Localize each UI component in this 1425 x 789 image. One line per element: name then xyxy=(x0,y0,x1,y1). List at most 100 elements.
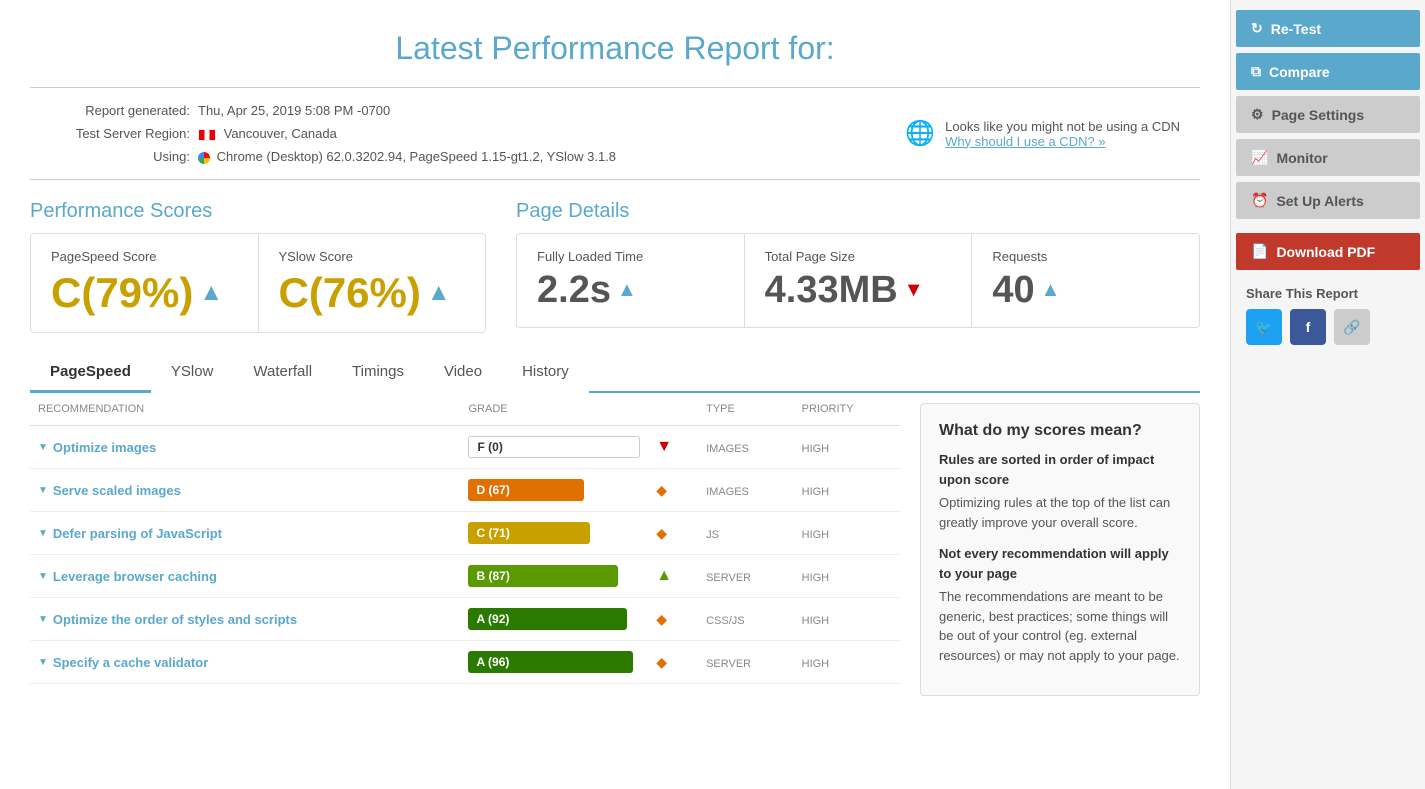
table-row: ▼Serve scaled images D (67) ◆ IMAGES HIGH xyxy=(30,469,900,512)
tab-timings[interactable]: Timings xyxy=(332,353,424,393)
setup-alerts-button[interactable]: ⏰ Set Up Alerts xyxy=(1236,182,1420,219)
grade-icon-cell: ▼ xyxy=(648,426,698,469)
rec-name[interactable]: ▼Specify a cache validator xyxy=(38,655,452,670)
grade-bar: C (71) xyxy=(468,522,590,544)
performance-scores-block: Performance Scores PageSpeed Score C(79%… xyxy=(30,200,486,333)
table-row: ▼Optimize the order of styles and script… xyxy=(30,598,900,641)
tab-history[interactable]: History xyxy=(502,353,589,393)
table-row: ▼Leverage browser cachingB (87)▲SERVERHI… xyxy=(30,555,900,598)
type-cell: CSS/JS xyxy=(698,598,794,641)
col-priority: PRIORITY xyxy=(794,393,900,426)
tab-video[interactable]: Video xyxy=(424,353,502,393)
loaded-time-card: Fully Loaded Time 2.2s ▲ xyxy=(517,234,744,327)
grade-icon-cell: ◆ xyxy=(648,641,698,684)
col-grade: GRADE xyxy=(460,393,648,426)
requests-label: Requests xyxy=(992,249,1179,264)
tab-pagespeed[interactable]: PageSpeed xyxy=(30,353,151,393)
retest-button[interactable]: ↻ Re-Test xyxy=(1236,10,1420,47)
canada-flag-icon xyxy=(198,129,216,141)
using-label: Using: xyxy=(50,149,190,164)
chevron-icon: ▼ xyxy=(38,442,48,453)
share-facebook-button[interactable]: f xyxy=(1290,309,1326,345)
priority-badge: HIGH xyxy=(802,615,830,627)
compare-button[interactable]: ⧉ Compare xyxy=(1236,53,1420,90)
share-link-button[interactable]: 🔗 xyxy=(1334,309,1370,345)
tabs: PageSpeed YSlow Waterfall Timings Video … xyxy=(30,353,1200,393)
priority-badge: HIGH xyxy=(802,529,830,541)
yslow-label: YSlow Score xyxy=(279,249,466,264)
using-value: Chrome (Desktop) 62.0.3202.94, PageSpeed… xyxy=(198,149,616,164)
tab-yslow[interactable]: YSlow xyxy=(151,353,234,393)
sidebar: ↻ Re-Test ⧉ Compare ⚙ Page Settings 📈 Mo… xyxy=(1230,0,1425,789)
page-settings-button[interactable]: ⚙ Page Settings xyxy=(1236,96,1420,133)
page-size-value: 4.33MB ▼ xyxy=(765,269,952,312)
priority-cell: HIGH xyxy=(794,426,900,469)
type-cell: SERVER xyxy=(698,641,794,684)
pagespeed-label: PageSpeed Score xyxy=(51,249,238,264)
pagespeed-value: C(79%) ▲ xyxy=(51,269,238,317)
rec-name[interactable]: ▼Optimize the order of styles and script… xyxy=(38,612,452,627)
table-row: ▼Optimize imagesF (0)▼IMAGESHIGH xyxy=(30,426,900,469)
globe-icon: 🌐 xyxy=(905,119,935,148)
chevron-icon: ▼ xyxy=(38,485,48,496)
info-section1-title: Rules are sorted in order of impact upon… xyxy=(939,450,1181,489)
page-title: Latest Performance Report for: xyxy=(30,30,1200,67)
cdn-notice: 🌐 Looks like you might not be using a CD… xyxy=(905,119,1180,149)
grade-icon-cell: ◆ xyxy=(648,598,698,641)
grade-cell: C (71) xyxy=(460,512,648,555)
table-area: RECOMMENDATION GRADE TYPE PRIORITY ▼Opti… xyxy=(30,393,1200,696)
grade-bar: D (67) xyxy=(468,479,583,501)
diamond-icon: ◆ xyxy=(656,654,667,670)
diamond-icon: ◆ xyxy=(656,482,667,498)
recommendations-table: RECOMMENDATION GRADE TYPE PRIORITY ▼Opti… xyxy=(30,393,900,684)
up-arrow-icon: ▲ xyxy=(656,567,672,584)
priority-badge: HIGH xyxy=(802,443,830,455)
priority-badge: HIGH xyxy=(802,572,830,584)
pdf-icon: 📄 xyxy=(1251,243,1268,260)
alerts-icon: ⏰ xyxy=(1251,192,1268,209)
priority-badge: HIGH xyxy=(802,658,830,670)
yslow-arrow-icon: ▲ xyxy=(427,279,451,307)
priority-cell: HIGH xyxy=(794,555,900,598)
grade-bar: A (92) xyxy=(468,608,626,630)
page-size-arrow-icon: ▼ xyxy=(904,279,924,302)
grade-icon-cell: ◆ xyxy=(648,469,698,512)
monitor-icon: 📈 xyxy=(1251,149,1268,166)
grade-bar: A (96) xyxy=(468,651,633,673)
loaded-time-label: Fully Loaded Time xyxy=(537,249,724,264)
rec-name[interactable]: ▼Optimize images xyxy=(38,440,452,455)
page-size-label: Total Page Size xyxy=(765,249,952,264)
monitor-button[interactable]: 📈 Monitor xyxy=(1236,139,1420,176)
chevron-icon: ▼ xyxy=(38,657,48,668)
share-section: Share This Report 🐦 f 🔗 xyxy=(1231,276,1425,355)
priority-cell: HIGH xyxy=(794,641,900,684)
scores-info-box: What do my scores mean? Rules are sorted… xyxy=(920,403,1200,696)
grade-cell: B (87) xyxy=(460,555,648,598)
share-icons: 🐦 f 🔗 xyxy=(1246,309,1410,345)
type-badge: IMAGES xyxy=(706,486,749,498)
cdn-link[interactable]: Why should I use a CDN? » xyxy=(945,134,1105,149)
grade-cell: F (0) xyxy=(460,426,648,469)
type-cell: IMAGES xyxy=(698,469,794,512)
type-cell: JS xyxy=(698,512,794,555)
region-value: Vancouver, Canada xyxy=(198,126,337,141)
col-recommendation: RECOMMENDATION xyxy=(30,393,460,426)
priority-badge: HIGH xyxy=(802,486,830,498)
rec-name[interactable]: ▼Serve scaled images xyxy=(38,483,452,498)
cdn-notice-text: Looks like you might not be using a CDN xyxy=(945,119,1180,134)
requests-arrow-icon: ▲ xyxy=(1041,279,1061,302)
grade-bar: F (0) xyxy=(468,436,640,458)
table-row: ▼Specify a cache validator A (96) ◆ SERVER H… xyxy=(30,641,900,684)
requests-card: Requests 40 ▲ xyxy=(971,234,1199,327)
share-twitter-button[interactable]: 🐦 xyxy=(1246,309,1282,345)
generated-value: Thu, Apr 25, 2019 5:08 PM -0700 xyxy=(198,103,390,118)
settings-icon: ⚙ xyxy=(1251,106,1264,123)
rec-name[interactable]: ▼Defer parsing of JavaScript xyxy=(38,526,452,541)
priority-cell: HIGH xyxy=(794,598,900,641)
yslow-score-card: YSlow Score C(76%) ▲ xyxy=(258,234,486,332)
rec-name[interactable]: ▼Leverage browser caching xyxy=(38,569,452,584)
loaded-time-value: 2.2s ▲ xyxy=(537,269,724,312)
chevron-icon: ▼ xyxy=(38,528,48,539)
tab-waterfall[interactable]: Waterfall xyxy=(233,353,332,393)
download-pdf-button[interactable]: 📄 Download PDF xyxy=(1236,233,1420,270)
